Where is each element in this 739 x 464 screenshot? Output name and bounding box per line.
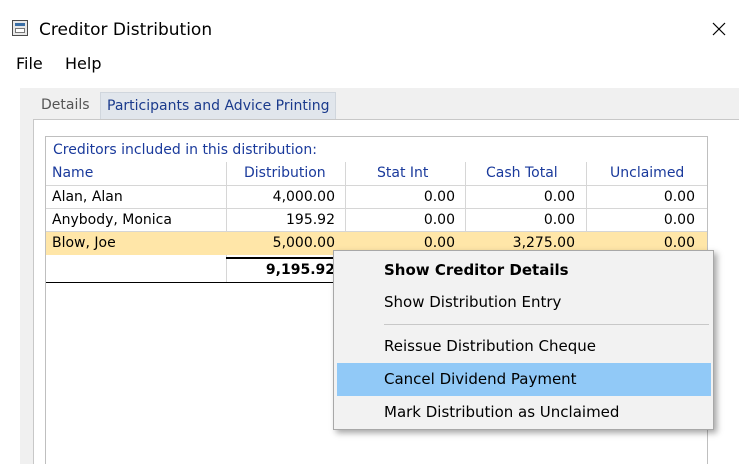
- menu-bar: File Help: [0, 52, 739, 78]
- cell-distribution: 195.92: [286, 212, 335, 228]
- menu-item-label: Reissue Distribution Cheque: [384, 337, 597, 355]
- title-bar: Creditor Distribution: [0, 0, 739, 50]
- table-row[interactable]: Alan, Alan 4,000.00 0.00 0.00 0.00: [46, 186, 707, 209]
- app-icon: [12, 20, 28, 36]
- close-icon: [712, 22, 726, 36]
- menu-item-label: Mark Distribution as Unclaimed: [384, 403, 620, 421]
- menu-item-mark-distribution-unclaimed[interactable]: Mark Distribution as Unclaimed: [335, 396, 712, 429]
- column-header-stat-int[interactable]: Stat Int: [377, 162, 428, 184]
- window-title: Creditor Distribution: [39, 20, 213, 40]
- column-header-distribution[interactable]: Distribution: [244, 162, 326, 184]
- cell-name: Blow, Joe: [52, 235, 116, 251]
- column-header-cash-total[interactable]: Cash Total: [486, 162, 558, 184]
- cell-distribution: 5,000.00: [272, 235, 335, 251]
- column-header-unclaimed[interactable]: Unclaimed: [610, 162, 684, 184]
- context-menu: Show Creditor Details Show Distribution …: [333, 250, 714, 430]
- cell-stat-int: 0.00: [423, 212, 455, 228]
- cell-cash-total: 0.00: [543, 212, 575, 228]
- menu-item-cancel-dividend-payment[interactable]: Cancel Dividend Payment: [337, 363, 711, 396]
- cell-cash-total: 0.00: [543, 189, 575, 205]
- cell-stat-int: 0.00: [423, 189, 455, 205]
- menu-file[interactable]: File: [16, 54, 43, 74]
- cell-name: Anybody, Monica: [52, 212, 172, 228]
- table-row[interactable]: Anybody, Monica 195.92 0.00 0.00 0.00: [46, 209, 707, 232]
- cell-unclaimed: 0.00: [663, 189, 695, 205]
- tab-details[interactable]: Details: [35, 92, 96, 118]
- menu-item-show-distribution-entry[interactable]: Show Distribution Entry: [335, 286, 712, 319]
- total-distribution: 9,195.92: [265, 262, 335, 278]
- tab-participants[interactable]: Participants and Advice Printing: [100, 92, 337, 119]
- menu-item-label: Show Creditor Details: [384, 261, 569, 279]
- menu-separator: [384, 324, 709, 325]
- total-rule-bottom: [46, 282, 346, 283]
- cell-distribution: 4,000.00: [272, 189, 335, 205]
- cell-unclaimed: 0.00: [663, 212, 695, 228]
- menu-help[interactable]: Help: [65, 54, 101, 74]
- column-header-name[interactable]: Name: [52, 162, 93, 184]
- menu-item-label: Show Distribution Entry: [384, 293, 562, 311]
- close-button[interactable]: [700, 10, 738, 48]
- menu-item-reissue-distribution-cheque[interactable]: Reissue Distribution Cheque: [335, 330, 712, 363]
- grid-caption: Creditors included in this distribution:: [53, 142, 317, 158]
- menu-item-label: Cancel Dividend Payment: [384, 370, 577, 388]
- cell-name: Alan, Alan: [52, 189, 123, 205]
- menu-item-show-creditor-details[interactable]: Show Creditor Details: [335, 254, 712, 287]
